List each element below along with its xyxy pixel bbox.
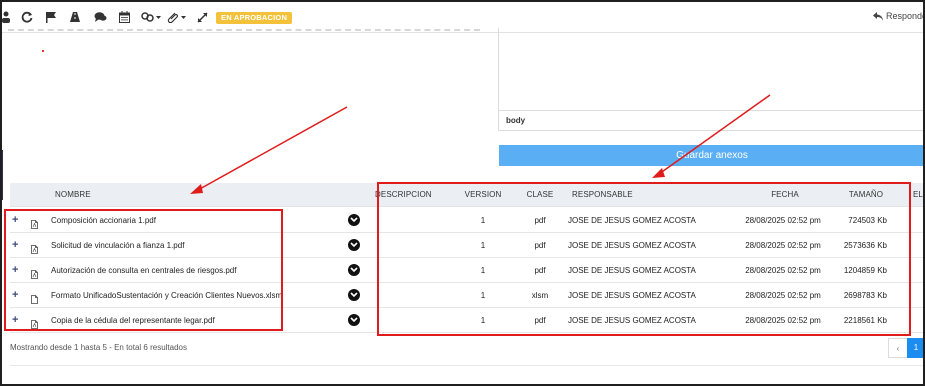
annotation-arrow-left: [197, 106, 348, 191]
annotation-arrow-right: [658, 94, 771, 175]
annotation-arrowhead-left: [190, 184, 203, 194]
annotation-arrowhead-right: [652, 168, 665, 178]
annotation-arrows: [190, 94, 771, 194]
